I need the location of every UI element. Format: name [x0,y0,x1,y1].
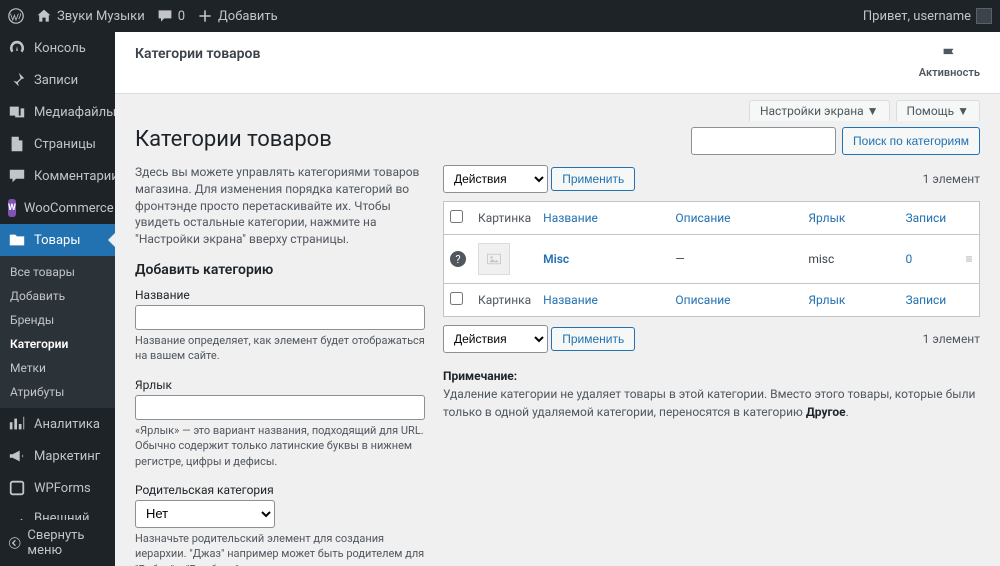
chart-icon [8,415,26,433]
pin-icon [8,71,26,89]
menu-dashboard[interactable]: Консоль [0,32,115,64]
form-icon [8,479,26,497]
flag-icon [940,46,958,64]
help-icon[interactable]: ? [450,251,466,267]
products-submenu: Все товары Добавить Бренды Категории Мет… [0,256,115,408]
page-icon [8,135,26,153]
avatar [976,8,992,24]
account-link[interactable]: Привет, username [863,8,992,24]
menu-comments[interactable]: Комментарии [0,160,115,192]
help-tab[interactable]: Помощь ▼ [896,100,980,121]
parent-label: Родительская категория [135,483,425,497]
menu-wpforms[interactable]: WPForms [0,472,115,504]
collapse-icon [8,535,21,551]
bulk-action-select-top[interactable]: Действия [443,165,548,193]
wp-logo[interactable] [8,8,24,24]
name-input[interactable] [135,305,425,330]
submenu-all-products[interactable]: Все товары [0,260,115,284]
header-title: Категории товаров [135,46,260,62]
row-count-link[interactable]: 0 [906,252,913,266]
note: Примечание: Удаление категории не удаляе… [443,367,980,421]
select-all-top[interactable] [450,210,463,223]
add-new-link[interactable]: Добавить [197,8,278,24]
submenu-add[interactable]: Добавить [0,284,115,308]
bulk-action-select-bottom[interactable]: Действия [443,325,548,353]
media-icon [8,103,26,121]
apply-button-top[interactable]: Применить [551,167,635,191]
woo-icon: W [8,199,16,217]
select-all-bottom[interactable] [450,292,463,305]
row-slug: misc [802,235,899,284]
categories-table: Картинка Название Описание Ярлык Записи … [443,201,980,317]
plus-icon [197,8,213,24]
collapse-menu[interactable]: Свернуть меню [0,520,115,566]
row-desc: — [669,235,802,284]
search-input[interactable] [691,127,836,155]
page-title: Категории товаров [135,127,425,152]
screen-options-tab[interactable]: Настройки экрана ▼ [749,100,890,121]
apply-button-bottom[interactable]: Применить [551,327,635,351]
comment-icon [8,167,26,185]
image-placeholder-icon [486,251,502,267]
drag-handle[interactable]: ≡ [960,235,980,284]
slug-label: Ярлык [135,378,425,392]
menu-marketing[interactable]: Маркетинг [0,440,115,472]
parent-desc: Назначьте родительский элемент для созда… [135,531,425,566]
folder-icon [8,231,26,249]
menu-pages[interactable]: Страницы [0,128,115,160]
menu-woocommerce[interactable]: WWooCommerce [0,192,115,224]
site-link[interactable]: Звуки Музыки [36,8,145,24]
items-count-bottom: 1 элемент [923,332,980,346]
search-button[interactable]: Поиск по категориям [842,127,980,155]
submenu-brands[interactable]: Бренды [0,308,115,332]
add-category-heading: Добавить категорию [135,262,425,278]
dashboard-icon [8,39,26,57]
parent-select[interactable]: Нет [135,500,275,528]
category-thumb [478,243,510,275]
col-count[interactable]: Записи [906,211,947,225]
comments-link[interactable]: 0 [157,8,185,24]
home-icon [36,8,52,24]
admin-sidebar: Консоль Записи Медиафайлы Страницы Комме… [0,32,115,566]
submenu-attributes[interactable]: Атрибуты [0,380,115,404]
name-desc: Название определяет, как элемент будет о… [135,333,425,364]
menu-media[interactable]: Медиафайлы [0,96,115,128]
wc-header: Категории товаров Активность [115,32,1000,94]
items-count-top: 1 элемент [923,172,980,186]
col-slug[interactable]: Ярлык [808,211,845,225]
slug-input[interactable] [135,395,425,420]
megaphone-icon [8,447,26,465]
submenu-categories[interactable]: Категории [0,332,115,356]
name-label: Название [135,288,425,302]
activity-panel[interactable]: Активность [919,46,980,79]
menu-analytics[interactable]: Аналитика [0,408,115,440]
main-content: Категории товаров Активность Настройки э… [115,32,1000,566]
menu-products[interactable]: Товары [0,224,115,256]
slug-desc: «Ярлык» — это вариант названия, подходящ… [135,423,425,469]
row-name-link[interactable]: Misc [543,252,569,266]
submenu-tags[interactable]: Метки [0,356,115,380]
col-image: Картинка [472,202,537,235]
col-name[interactable]: Название [543,211,598,225]
menu-posts[interactable]: Записи [0,64,115,96]
admin-bar: Звуки Музыки 0 Добавить Привет, username [0,0,1000,32]
table-row: ? Misc — misc 0 ≡ [444,235,980,284]
col-desc[interactable]: Описание [675,211,730,225]
comment-icon [157,8,173,24]
intro-text: Здесь вы можете управлять категориями то… [135,164,425,248]
